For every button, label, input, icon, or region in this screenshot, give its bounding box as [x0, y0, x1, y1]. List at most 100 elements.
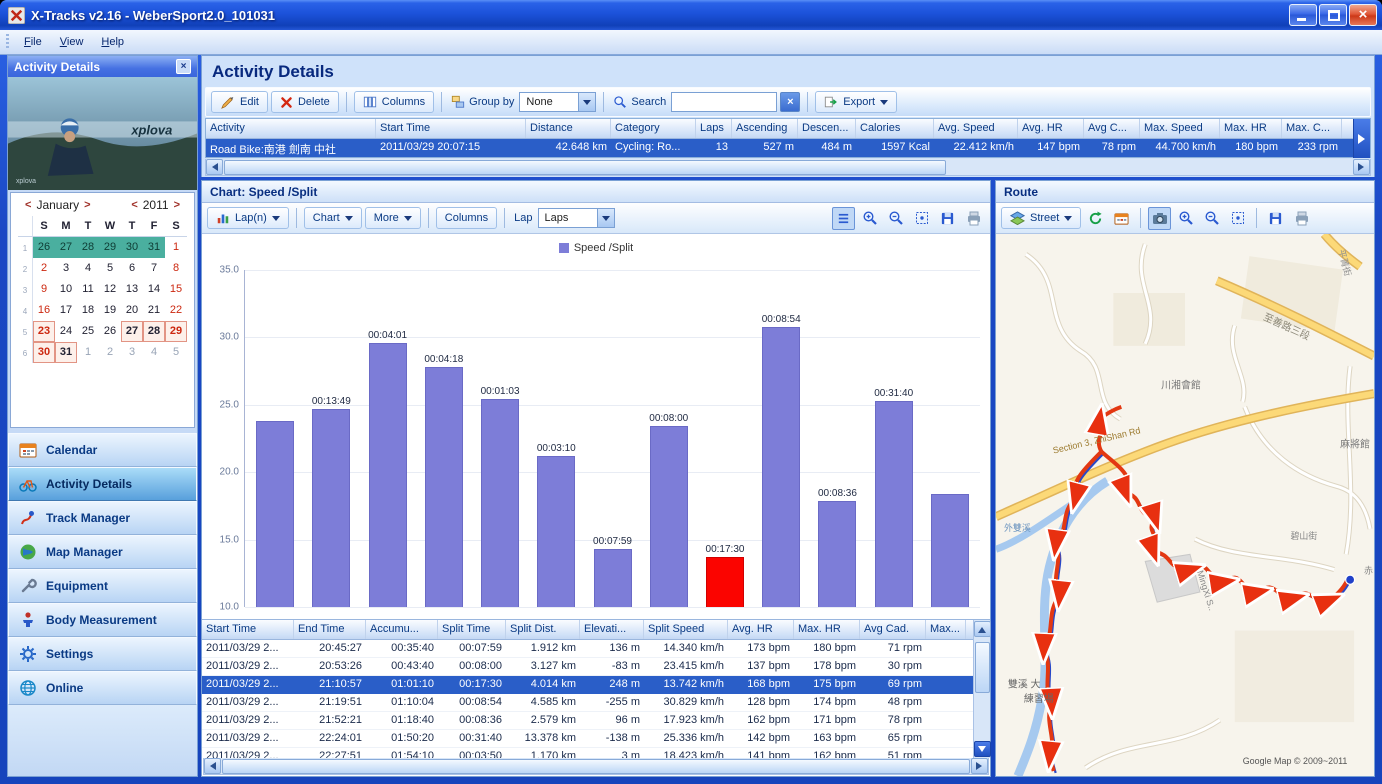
close-button[interactable]: × [1349, 4, 1377, 26]
sidebar-item-activity-details[interactable]: Activity Details [8, 467, 197, 501]
splits-col-header[interactable]: Elevati... [580, 620, 644, 639]
chart-bar[interactable]: 00:04:01 [368, 330, 407, 607]
chart-bar[interactable]: 00:01:03 [481, 386, 520, 607]
chart-menu-button[interactable]: Chart [303, 207, 362, 229]
activity-col-header[interactable]: Max. Speed [1140, 119, 1220, 138]
column-scroll-right-button[interactable] [1353, 119, 1370, 158]
calendar-day[interactable]: 5 [99, 258, 121, 279]
street-view-button[interactable]: Street [1001, 207, 1082, 229]
sidebar-item-equipment[interactable]: Equipment [8, 569, 197, 603]
chart-bar[interactable]: 00:03:10 [537, 443, 576, 607]
calendar-day[interactable]: 17 [55, 300, 77, 321]
sidebar-item-body-measurement[interactable]: Body Measurement [8, 603, 197, 637]
chart-bar[interactable]: 00:04:18 [424, 354, 463, 607]
delete-button[interactable]: Delete [270, 91, 339, 113]
lap-select[interactable]: Laps [537, 208, 615, 228]
snapshot-button[interactable] [1148, 206, 1172, 230]
chart-bar[interactable] [256, 420, 295, 607]
print-chart-button[interactable] [962, 207, 985, 230]
calendar-day[interactable]: 31 [55, 342, 77, 363]
calendar-day[interactable]: 16 [33, 300, 55, 321]
calendar-day[interactable]: 14 [143, 279, 165, 300]
calendar-day[interactable]: 30 [33, 342, 55, 363]
app-icon[interactable] [7, 5, 26, 25]
refresh-map-button[interactable] [1084, 207, 1107, 230]
activity-col-header[interactable]: Avg C... [1084, 119, 1140, 138]
next-month-arrow[interactable]: > [81, 199, 93, 211]
splits-row[interactable]: 2011/03/29 2... 22:24:01 01:50:20 00:31:40 1… [202, 730, 973, 748]
chart-bar[interactable] [930, 493, 969, 607]
scroll-left-button[interactable] [204, 758, 221, 774]
calendar-day[interactable]: 6 [121, 258, 143, 279]
calendar-day[interactable]: 26 [33, 237, 55, 258]
splits-col-header[interactable]: Avg. HR [728, 620, 794, 639]
scroll-thumb[interactable] [974, 641, 990, 694]
calendar-day[interactable]: 2 [33, 258, 55, 279]
activity-col-header[interactable]: Ascending [732, 119, 798, 138]
calendar-day[interactable]: 21 [143, 300, 165, 321]
splits-col-header[interactable]: End Time [294, 620, 366, 639]
calendar-day[interactable]: 15 [165, 279, 187, 300]
activity-col-header[interactable]: Start Time [376, 119, 526, 138]
calendar-day[interactable]: 31 [143, 237, 165, 258]
group-by-select[interactable]: None [519, 92, 597, 112]
chart-bar[interactable]: 00:08:36 [818, 488, 857, 607]
activity-col-header[interactable]: Category [611, 119, 696, 138]
chevron-down-icon[interactable] [578, 93, 596, 111]
maximize-button[interactable] [1319, 4, 1347, 26]
calendar-day[interactable]: 12 [99, 279, 121, 300]
zoom-out-button[interactable] [884, 207, 907, 230]
calendar-day[interactable]: 23 [33, 321, 55, 342]
sidebar-close-button[interactable]: × [176, 59, 191, 74]
activity-row[interactable]: Road Bike:南港 劍南 中社 2011/03/29 20:07:15 42.… [206, 139, 1370, 157]
prev-month-arrow[interactable]: < [22, 199, 34, 211]
activity-col-header[interactable]: Distance [526, 119, 611, 138]
splits-row[interactable]: 2011/03/29 2... 22:27:51 01:54:10 00:03:50 1… [202, 748, 973, 758]
activity-col-header[interactable]: Activity [206, 119, 376, 138]
sidebar-item-online[interactable]: Online [8, 671, 197, 705]
activity-col-header[interactable]: Max. C... [1282, 119, 1342, 138]
minimize-button[interactable] [1289, 4, 1317, 26]
calendar-day[interactable]: 25 [77, 321, 99, 342]
chart-bar[interactable]: 00:13:49 [312, 396, 351, 607]
calendar-day[interactable]: 11 [77, 279, 99, 300]
calendar-day[interactable]: 18 [77, 300, 99, 321]
export-button[interactable]: Export [815, 91, 898, 113]
route-map[interactable]: 平菁街 至善路三段 川湘會館 麻將館 Section 3, ZhiShan Rd… [996, 234, 1374, 776]
chart-bar[interactable]: 00:17:30 [706, 544, 744, 607]
activity-col-header[interactable]: Laps [696, 119, 732, 138]
calendar-day[interactable]: 1 [165, 237, 187, 258]
scroll-thumb[interactable] [222, 758, 970, 774]
splits-row[interactable]: 2011/03/29 2... 21:10:57 01:01:10 00:17:30 4… [202, 676, 973, 694]
splits-col-header[interactable]: Split Speed [644, 620, 728, 639]
splits-row[interactable]: 2011/03/29 2... 20:53:26 00:43:40 00:08:00 3… [202, 658, 973, 676]
calendar-day[interactable]: 20 [121, 300, 143, 321]
calendar-day[interactable]: 1 [77, 342, 99, 363]
splits-col-header[interactable]: Max. HR [794, 620, 860, 639]
chart-bar[interactable]: 00:08:54 [762, 314, 801, 607]
menu-item-help[interactable]: Help [92, 32, 133, 52]
menu-item-file[interactable]: File [15, 32, 51, 52]
activity-col-header[interactable]: Descen... [798, 119, 856, 138]
save-map-button[interactable] [1264, 207, 1287, 230]
calendar-day[interactable]: 19 [99, 300, 121, 321]
calendar-day[interactable]: 4 [143, 342, 165, 363]
activity-col-header[interactable]: Calories [856, 119, 934, 138]
print-map-button[interactable] [1290, 207, 1313, 230]
splits-col-header[interactable]: Accumu... [366, 620, 438, 639]
calendar-day[interactable]: 9 [33, 279, 55, 300]
calendar-day[interactable]: 27 [55, 237, 77, 258]
calendar-day[interactable]: 30 [121, 237, 143, 258]
legend-toggle-button[interactable] [832, 206, 855, 230]
lap-n-button[interactable]: Lap(n) [207, 207, 289, 229]
calendar-day[interactable]: 5 [165, 342, 187, 363]
calendar-day[interactable]: 27 [121, 321, 143, 342]
scroll-up-button[interactable] [973, 621, 991, 637]
calendar-day[interactable]: 26 [99, 321, 121, 342]
menu-item-view[interactable]: View [51, 32, 93, 52]
calendar-day[interactable]: 10 [55, 279, 77, 300]
calendar-day[interactable]: 4 [77, 258, 99, 279]
calendar-day[interactable]: 29 [99, 237, 121, 258]
splits-col-header[interactable]: Max... [926, 620, 966, 639]
chart-bar[interactable]: 00:31:40 [874, 388, 913, 607]
